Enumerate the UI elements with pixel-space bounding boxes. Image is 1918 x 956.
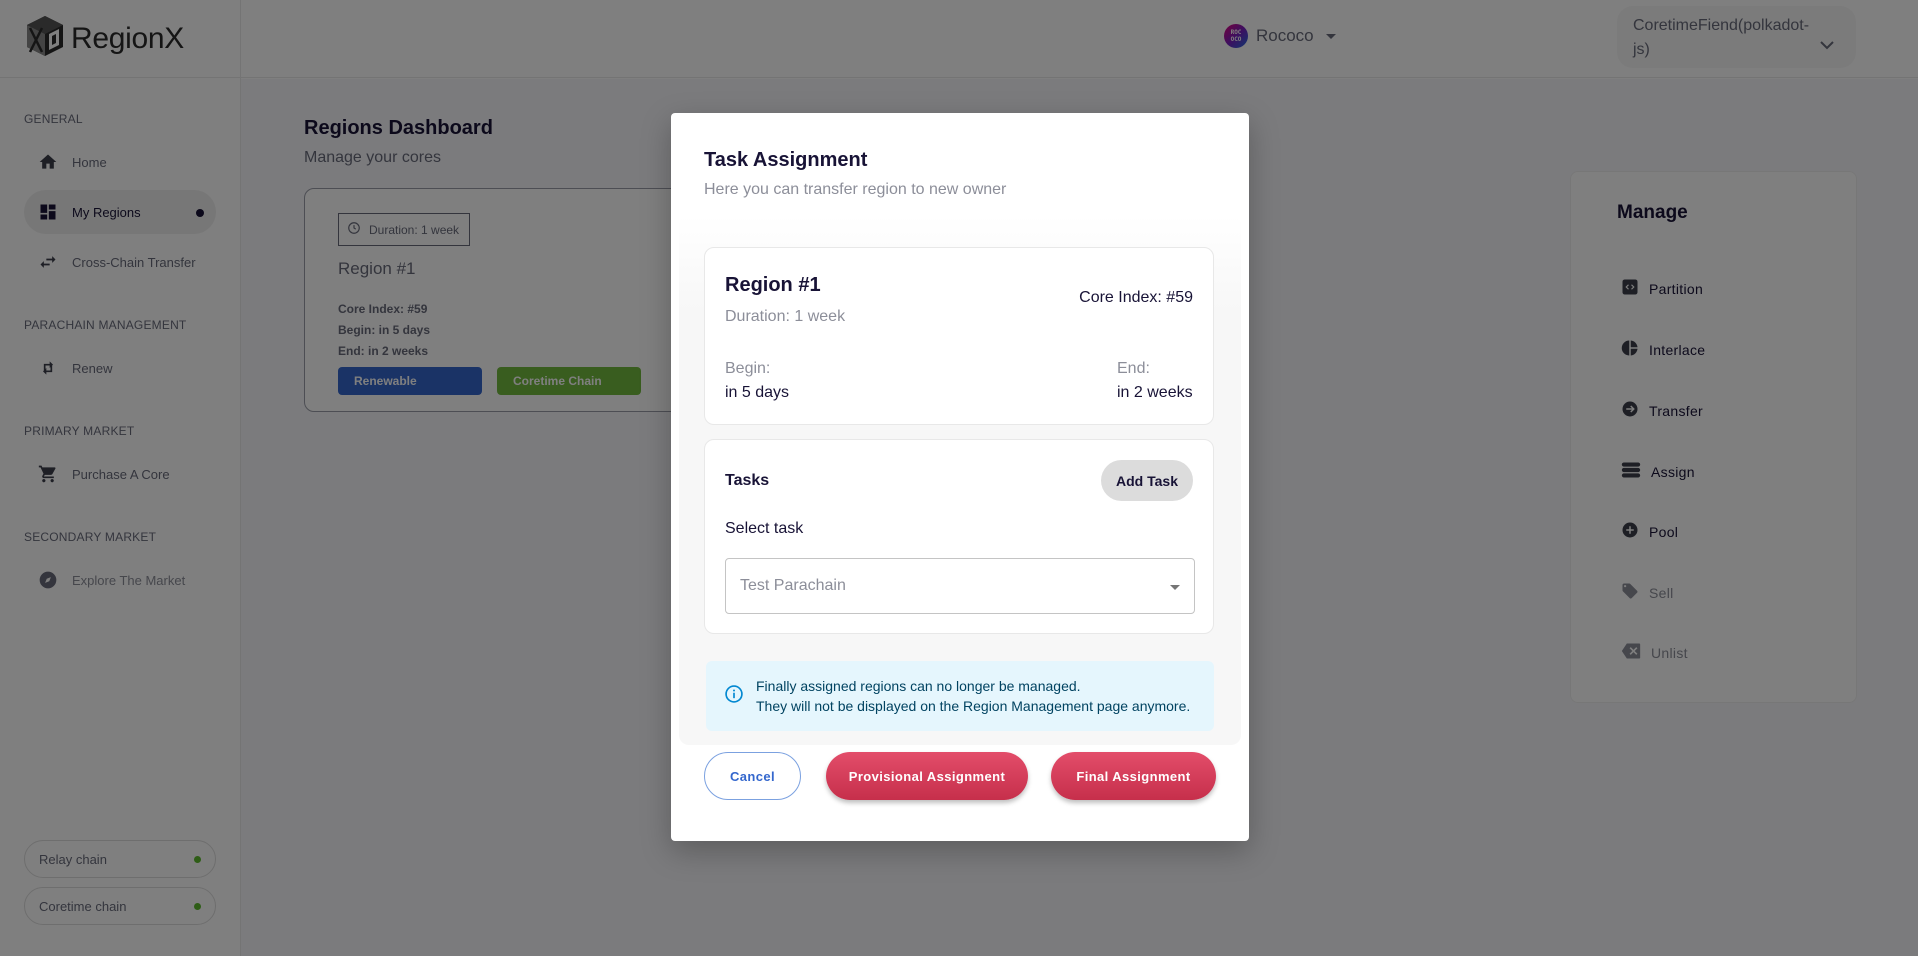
select-task-label: Select task bbox=[725, 520, 804, 537]
add-task-button[interactable]: Add Task bbox=[1101, 460, 1193, 501]
final-assignment-button[interactable]: Final Assignment bbox=[1051, 752, 1216, 800]
core-index: Core Index: #59 bbox=[1079, 289, 1193, 306]
alert-line-1: Finally assigned regions can no longer b… bbox=[756, 678, 1081, 694]
modal-title: Task Assignment bbox=[704, 149, 868, 171]
end-value: in 2 weeks bbox=[1117, 384, 1193, 401]
info-alert: Finally assigned regions can no longer b… bbox=[706, 661, 1214, 731]
begin-value: in 5 days bbox=[725, 384, 790, 401]
region-duration: Duration: 1 week bbox=[725, 308, 846, 325]
task-assignment-modal: Task Assignment Here you can transfer re… bbox=[671, 113, 1249, 841]
provisional-assignment-button[interactable]: Provisional Assignment bbox=[826, 752, 1028, 800]
region-name: Region #1 bbox=[725, 274, 821, 296]
task-select[interactable]: Test Parachain bbox=[725, 558, 1195, 614]
alert-line-2: They will not be displayed on the Region… bbox=[756, 698, 1191, 714]
end-label: End: bbox=[1117, 360, 1150, 377]
task-select-value: Test Parachain bbox=[740, 577, 846, 594]
begin-label: Begin: bbox=[725, 360, 771, 377]
modal-subtitle: Here you can transfer region to new owne… bbox=[704, 181, 1007, 198]
caret-down-icon bbox=[1170, 585, 1180, 590]
cancel-button[interactable]: Cancel bbox=[704, 752, 801, 800]
region-info-card: Region #1 Duration: 1 week Core Index: #… bbox=[704, 247, 1214, 425]
tasks-title: Tasks bbox=[725, 472, 770, 489]
info-icon bbox=[724, 684, 744, 709]
tasks-card: Tasks Add Task Select task Test Parachai… bbox=[704, 439, 1214, 634]
alert-text: Finally assigned regions can no longer b… bbox=[756, 676, 1190, 716]
